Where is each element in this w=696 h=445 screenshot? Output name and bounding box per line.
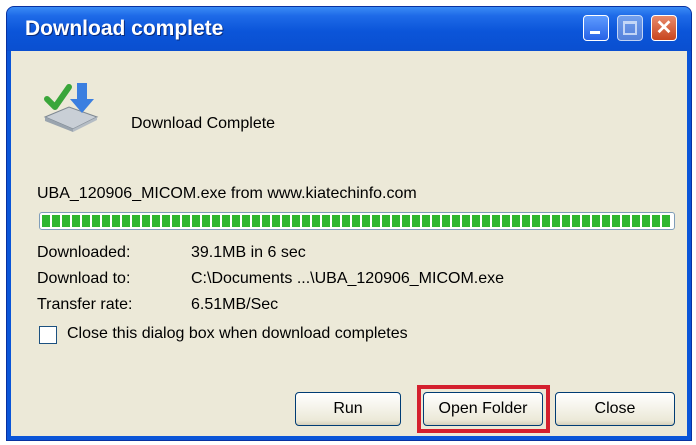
close-window-button[interactable]: ✕	[651, 15, 677, 41]
transfer-rate-value: 6.51MB/Sec	[191, 296, 279, 313]
close-on-complete-checkbox[interactable]	[39, 326, 57, 344]
download-progress-bar	[39, 212, 675, 230]
title-bar[interactable]: Download complete ✕	[7, 7, 691, 51]
download-complete-icon	[37, 81, 101, 133]
downloaded-value: 39.1MB in 6 sec	[191, 244, 306, 261]
open-folder-highlight	[417, 385, 550, 433]
download-to-value: C:\Documents ...\UBA_120906_MICOM.exe	[191, 270, 505, 287]
window-title: Download complete	[25, 17, 224, 40]
download-dialog: Download complete ✕ Download Complete UB…	[6, 6, 692, 441]
close-on-complete-label[interactable]: Close this dialog box when download comp…	[67, 325, 408, 343]
minimize-button[interactable]	[583, 15, 609, 41]
download-complete-heading: Download Complete	[131, 115, 276, 132]
close-icon: ✕	[655, 17, 673, 39]
maximize-icon	[623, 21, 637, 35]
transfer-rate-label: Transfer rate:	[37, 296, 133, 313]
close-button[interactable]: Close	[555, 392, 675, 426]
minimize-icon	[590, 31, 600, 34]
run-button[interactable]: Run	[295, 392, 401, 426]
progress-fill	[42, 215, 672, 227]
maximize-button	[617, 15, 643, 41]
dialog-body: Download Complete UBA_120906_MICOM.exe f…	[11, 51, 687, 436]
download-to-label: Download to:	[37, 270, 131, 287]
downloaded-label: Downloaded:	[37, 244, 131, 261]
file-source-text: UBA_120906_MICOM.exe from www.kiatechinf…	[37, 185, 417, 202]
